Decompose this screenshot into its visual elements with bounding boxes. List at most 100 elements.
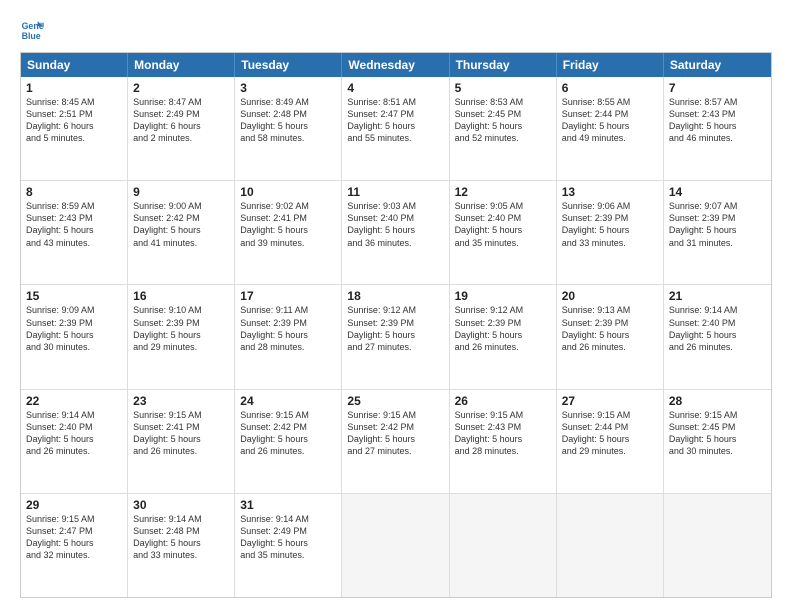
day-content: Sunrise: 9:10 AMSunset: 2:39 PMDaylight:…: [133, 304, 229, 353]
day-number: 19: [455, 289, 551, 303]
calendar-day-16: 16Sunrise: 9:10 AMSunset: 2:39 PMDayligh…: [128, 285, 235, 388]
calendar-day-14: 14Sunrise: 9:07 AMSunset: 2:39 PMDayligh…: [664, 181, 771, 284]
calendar-day-9: 9Sunrise: 9:00 AMSunset: 2:42 PMDaylight…: [128, 181, 235, 284]
day-content: Sunrise: 8:55 AMSunset: 2:44 PMDaylight:…: [562, 96, 658, 145]
day-content: Sunrise: 8:53 AMSunset: 2:45 PMDaylight:…: [455, 96, 551, 145]
day-content: Sunrise: 8:47 AMSunset: 2:49 PMDaylight:…: [133, 96, 229, 145]
day-number: 22: [26, 394, 122, 408]
day-number: 31: [240, 498, 336, 512]
day-content: Sunrise: 8:57 AMSunset: 2:43 PMDaylight:…: [669, 96, 766, 145]
day-content: Sunrise: 9:12 AMSunset: 2:39 PMDaylight:…: [455, 304, 551, 353]
day-content: Sunrise: 9:11 AMSunset: 2:39 PMDaylight:…: [240, 304, 336, 353]
day-content: Sunrise: 9:05 AMSunset: 2:40 PMDaylight:…: [455, 200, 551, 249]
day-content: Sunrise: 9:02 AMSunset: 2:41 PMDaylight:…: [240, 200, 336, 249]
day-number: 15: [26, 289, 122, 303]
calendar-day-18: 18Sunrise: 9:12 AMSunset: 2:39 PMDayligh…: [342, 285, 449, 388]
calendar-day-empty: [664, 494, 771, 597]
calendar-day-19: 19Sunrise: 9:12 AMSunset: 2:39 PMDayligh…: [450, 285, 557, 388]
calendar-day-20: 20Sunrise: 9:13 AMSunset: 2:39 PMDayligh…: [557, 285, 664, 388]
calendar-day-11: 11Sunrise: 9:03 AMSunset: 2:40 PMDayligh…: [342, 181, 449, 284]
day-number: 27: [562, 394, 658, 408]
calendar-week-5: 29Sunrise: 9:15 AMSunset: 2:47 PMDayligh…: [21, 494, 771, 597]
day-number: 30: [133, 498, 229, 512]
day-number: 6: [562, 81, 658, 95]
day-number: 18: [347, 289, 443, 303]
calendar-body: 1Sunrise: 8:45 AMSunset: 2:51 PMDaylight…: [21, 77, 771, 597]
calendar-day-6: 6Sunrise: 8:55 AMSunset: 2:44 PMDaylight…: [557, 77, 664, 180]
day-content: Sunrise: 9:12 AMSunset: 2:39 PMDaylight:…: [347, 304, 443, 353]
day-content: Sunrise: 8:45 AMSunset: 2:51 PMDaylight:…: [26, 96, 122, 145]
calendar-day-21: 21Sunrise: 9:14 AMSunset: 2:40 PMDayligh…: [664, 285, 771, 388]
day-header-tuesday: Tuesday: [235, 53, 342, 77]
day-number: 5: [455, 81, 551, 95]
day-number: 12: [455, 185, 551, 199]
calendar-day-30: 30Sunrise: 9:14 AMSunset: 2:48 PMDayligh…: [128, 494, 235, 597]
calendar-day-31: 31Sunrise: 9:14 AMSunset: 2:49 PMDayligh…: [235, 494, 342, 597]
day-content: Sunrise: 9:06 AMSunset: 2:39 PMDaylight:…: [562, 200, 658, 249]
day-header-friday: Friday: [557, 53, 664, 77]
calendar-day-12: 12Sunrise: 9:05 AMSunset: 2:40 PMDayligh…: [450, 181, 557, 284]
calendar-day-15: 15Sunrise: 9:09 AMSunset: 2:39 PMDayligh…: [21, 285, 128, 388]
day-header-saturday: Saturday: [664, 53, 771, 77]
calendar-day-5: 5Sunrise: 8:53 AMSunset: 2:45 PMDaylight…: [450, 77, 557, 180]
calendar-day-22: 22Sunrise: 9:14 AMSunset: 2:40 PMDayligh…: [21, 390, 128, 493]
day-content: Sunrise: 9:15 AMSunset: 2:45 PMDaylight:…: [669, 409, 766, 458]
calendar-day-17: 17Sunrise: 9:11 AMSunset: 2:39 PMDayligh…: [235, 285, 342, 388]
day-content: Sunrise: 9:14 AMSunset: 2:40 PMDaylight:…: [669, 304, 766, 353]
calendar-day-26: 26Sunrise: 9:15 AMSunset: 2:43 PMDayligh…: [450, 390, 557, 493]
day-content: Sunrise: 9:03 AMSunset: 2:40 PMDaylight:…: [347, 200, 443, 249]
day-number: 3: [240, 81, 336, 95]
calendar-day-28: 28Sunrise: 9:15 AMSunset: 2:45 PMDayligh…: [664, 390, 771, 493]
day-number: 25: [347, 394, 443, 408]
day-number: 8: [26, 185, 122, 199]
logo: General Blue: [20, 18, 48, 42]
calendar-day-13: 13Sunrise: 9:06 AMSunset: 2:39 PMDayligh…: [557, 181, 664, 284]
day-number: 1: [26, 81, 122, 95]
day-number: 24: [240, 394, 336, 408]
day-content: Sunrise: 9:00 AMSunset: 2:42 PMDaylight:…: [133, 200, 229, 249]
day-number: 17: [240, 289, 336, 303]
day-number: 4: [347, 81, 443, 95]
day-number: 16: [133, 289, 229, 303]
calendar-day-8: 8Sunrise: 8:59 AMSunset: 2:43 PMDaylight…: [21, 181, 128, 284]
day-number: 28: [669, 394, 766, 408]
day-content: Sunrise: 9:14 AMSunset: 2:48 PMDaylight:…: [133, 513, 229, 562]
day-content: Sunrise: 9:15 AMSunset: 2:42 PMDaylight:…: [347, 409, 443, 458]
calendar-day-7: 7Sunrise: 8:57 AMSunset: 2:43 PMDaylight…: [664, 77, 771, 180]
svg-text:Blue: Blue: [22, 31, 41, 41]
day-number: 9: [133, 185, 229, 199]
day-content: Sunrise: 9:13 AMSunset: 2:39 PMDaylight:…: [562, 304, 658, 353]
day-number: 14: [669, 185, 766, 199]
page-header: General Blue: [20, 18, 772, 42]
day-content: Sunrise: 9:15 AMSunset: 2:42 PMDaylight:…: [240, 409, 336, 458]
calendar-grid: SundayMondayTuesdayWednesdayThursdayFrid…: [20, 52, 772, 598]
calendar-day-10: 10Sunrise: 9:02 AMSunset: 2:41 PMDayligh…: [235, 181, 342, 284]
logo-icon: General Blue: [20, 18, 44, 42]
calendar-day-24: 24Sunrise: 9:15 AMSunset: 2:42 PMDayligh…: [235, 390, 342, 493]
day-number: 7: [669, 81, 766, 95]
calendar-day-empty: [557, 494, 664, 597]
day-number: 2: [133, 81, 229, 95]
day-header-monday: Monday: [128, 53, 235, 77]
day-content: Sunrise: 9:15 AMSunset: 2:44 PMDaylight:…: [562, 409, 658, 458]
day-number: 21: [669, 289, 766, 303]
day-number: 11: [347, 185, 443, 199]
day-content: Sunrise: 9:15 AMSunset: 2:47 PMDaylight:…: [26, 513, 122, 562]
svg-text:General: General: [22, 21, 44, 31]
day-number: 13: [562, 185, 658, 199]
day-content: Sunrise: 8:49 AMSunset: 2:48 PMDaylight:…: [240, 96, 336, 145]
calendar-day-empty: [342, 494, 449, 597]
calendar-day-2: 2Sunrise: 8:47 AMSunset: 2:49 PMDaylight…: [128, 77, 235, 180]
day-header-wednesday: Wednesday: [342, 53, 449, 77]
calendar-day-empty: [450, 494, 557, 597]
day-header-thursday: Thursday: [450, 53, 557, 77]
calendar-header-row: SundayMondayTuesdayWednesdayThursdayFrid…: [21, 53, 771, 77]
calendar-page: General Blue SundayMondayTuesdayWednesda…: [0, 0, 792, 612]
day-header-sunday: Sunday: [21, 53, 128, 77]
day-content: Sunrise: 9:09 AMSunset: 2:39 PMDaylight:…: [26, 304, 122, 353]
day-content: Sunrise: 9:14 AMSunset: 2:40 PMDaylight:…: [26, 409, 122, 458]
day-number: 20: [562, 289, 658, 303]
day-content: Sunrise: 9:15 AMSunset: 2:43 PMDaylight:…: [455, 409, 551, 458]
calendar-day-4: 4Sunrise: 8:51 AMSunset: 2:47 PMDaylight…: [342, 77, 449, 180]
day-number: 23: [133, 394, 229, 408]
